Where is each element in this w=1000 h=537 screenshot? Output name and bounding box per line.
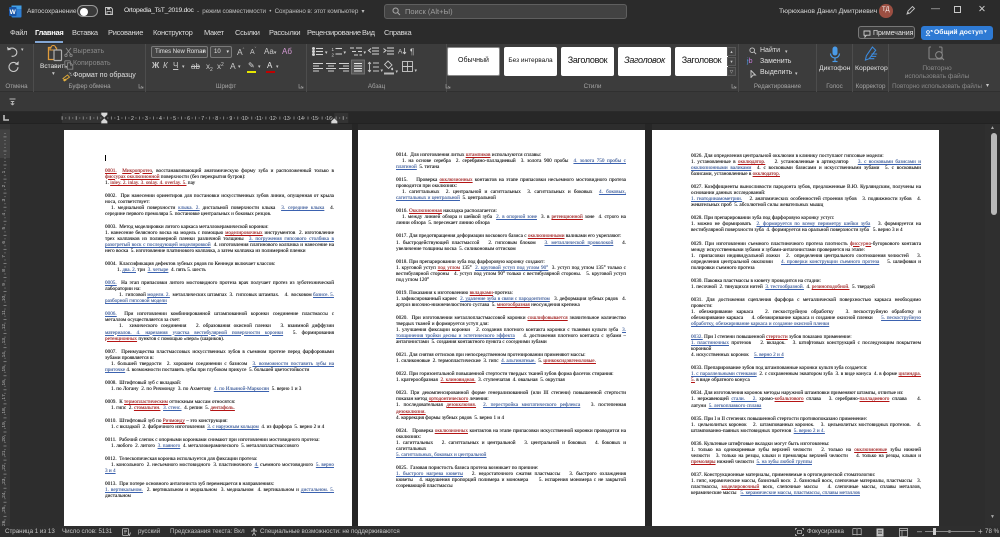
svg-text:13: 13: [284, 116, 290, 122]
svg-text:3: 3: [145, 116, 148, 122]
svg-text:▾: ▾: [325, 50, 328, 56]
svg-text:10: 10: [242, 116, 248, 122]
svg-text:8: 8: [215, 116, 218, 122]
svg-text:5: 5: [173, 116, 176, 122]
svg-text:11: 11: [256, 116, 261, 122]
svg-text:3: 3: [1, 199, 7, 202]
svg-text:W: W: [10, 8, 17, 15]
svg-text:2: 2: [332, 53, 335, 58]
svg-text:8: 8: [1, 269, 7, 272]
svg-text:14: 14: [1, 352, 7, 358]
svg-text:7: 7: [1, 255, 7, 258]
svg-text:2: 2: [131, 116, 134, 122]
svg-text:▾: ▾: [415, 68, 418, 74]
svg-text:10: 10: [1, 296, 7, 302]
svg-text:16: 16: [1, 380, 7, 386]
svg-text:5: 5: [1, 227, 7, 230]
svg-text:1: 1: [117, 116, 120, 122]
svg-text:11: 11: [1, 310, 7, 315]
svg-text:А: А: [398, 49, 403, 56]
svg-text:15: 15: [312, 116, 318, 122]
svg-text:9: 9: [1, 283, 7, 286]
svg-text:4: 4: [1, 213, 7, 216]
svg-text:12: 12: [270, 116, 276, 122]
svg-text:▾: ▾: [381, 68, 384, 74]
svg-text:22: 22: [1, 464, 7, 470]
svg-text:4: 4: [159, 116, 162, 122]
svg-text:15: 15: [1, 366, 7, 372]
svg-text:23: 23: [1, 478, 7, 484]
svg-text:9: 9: [229, 116, 232, 122]
svg-text:6: 6: [187, 116, 190, 122]
svg-text:19: 19: [1, 422, 7, 428]
svg-text:24: 24: [1, 492, 7, 498]
svg-text:18: 18: [1, 408, 7, 414]
svg-text:13: 13: [1, 338, 7, 344]
svg-text:25: 25: [1, 506, 7, 512]
svg-text:21: 21: [1, 450, 7, 456]
svg-text:17: 17: [1, 394, 7, 400]
svg-text:6: 6: [1, 241, 7, 244]
svg-text:¶: ¶: [410, 48, 414, 57]
svg-text:1: 1: [1, 170, 7, 173]
svg-text:1: 1: [332, 47, 335, 52]
svg-text:2: 2: [1, 184, 7, 187]
svg-text:12: 12: [1, 324, 7, 330]
svg-text:▾: ▾: [396, 69, 399, 75]
svg-text:14: 14: [298, 116, 304, 122]
svg-text:▾: ▾: [344, 50, 347, 56]
svg-text:20: 20: [1, 436, 7, 442]
svg-text:7: 7: [201, 116, 204, 122]
svg-text:▾: ▾: [364, 50, 367, 56]
